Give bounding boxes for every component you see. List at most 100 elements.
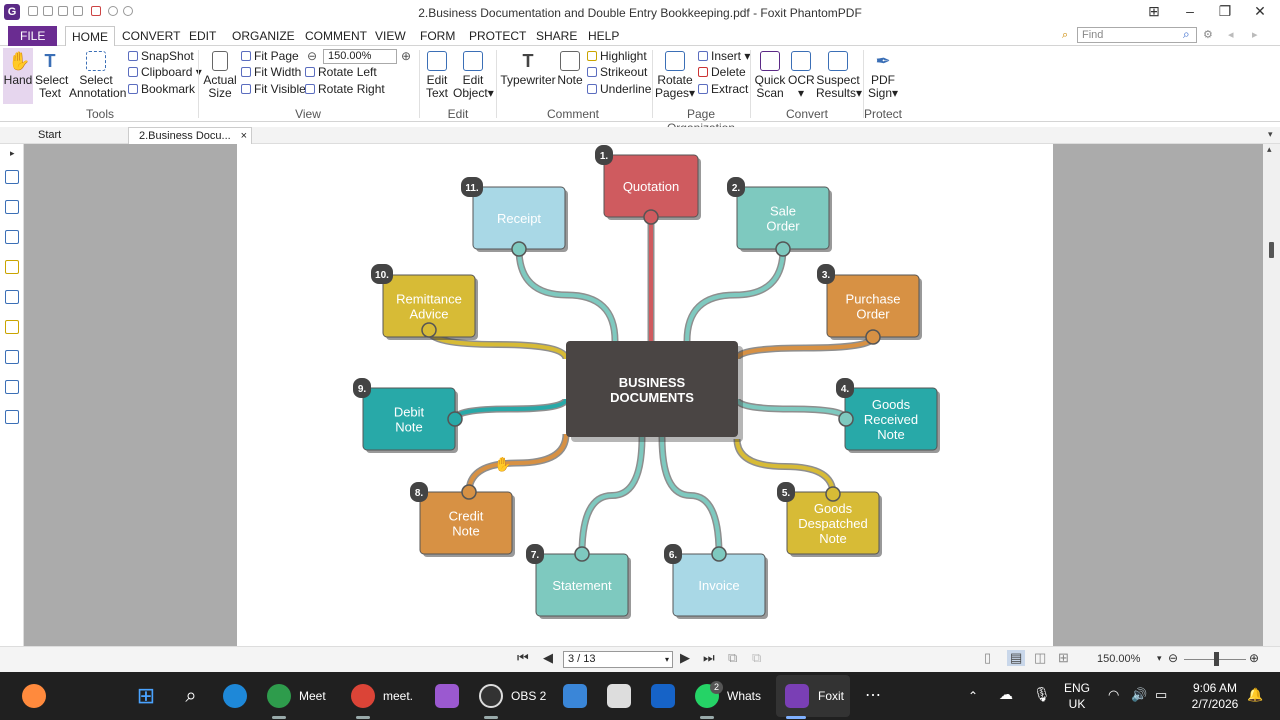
battery-icon[interactable]: ▭ (1155, 687, 1167, 703)
close-tab-icon[interactable]: × (241, 128, 247, 145)
pages-panel-icon[interactable] (5, 200, 19, 214)
wifi-icon[interactable]: ◠ (1108, 687, 1119, 703)
restore-icon[interactable]: ❐ (1215, 3, 1235, 20)
extract-button[interactable]: Extract (698, 82, 748, 96)
tags-panel-icon[interactable] (5, 410, 19, 424)
typewriter-button[interactable]: T Typewriter (500, 51, 556, 87)
meet-app-label[interactable]: Meet (299, 689, 326, 703)
copilot-icon[interactable] (435, 684, 459, 708)
underline-button[interactable]: Underline (587, 82, 651, 96)
snapshot-button[interactable]: SnapShot (128, 49, 194, 63)
chrome-icon[interactable] (351, 684, 375, 708)
document-viewer[interactable]: Quotation 1. Sale Order 2. Purchase Order 3. Goo… (24, 144, 1263, 646)
strikeout-button[interactable]: Strikeout (587, 65, 647, 79)
continuous-page-icon[interactable]: ▤ (1007, 650, 1026, 666)
edit-text-button[interactable]: Edit Text (422, 51, 452, 100)
edit-object-button[interactable]: Edit Object▾ (453, 51, 494, 100)
find-input[interactable]: Find (1077, 27, 1197, 43)
close-icon[interactable]: ✕ (1250, 3, 1270, 20)
zoom-slider-thumb[interactable] (1214, 652, 1219, 666)
rotate-right-button[interactable]: Rotate Right (305, 82, 385, 96)
insert-button[interactable]: Insert ▾ (698, 49, 750, 63)
zoom-in-icon[interactable]: ⊕ (1249, 651, 1259, 665)
tab-protect[interactable]: PROTECT (463, 26, 532, 46)
zoom-out-icon[interactable]: ⊖ (1168, 651, 1178, 665)
notifications-icon[interactable]: 🔔 (1247, 687, 1263, 703)
single-page-icon[interactable]: ▯ (984, 650, 991, 666)
tab-file[interactable]: FILE (8, 26, 58, 46)
comments-panel-icon[interactable] (5, 260, 19, 274)
foxit-icon[interactable] (785, 684, 809, 708)
expand-panel-icon[interactable]: ▸ (10, 148, 15, 159)
tab-list-icon[interactable]: ▾ (1268, 129, 1273, 140)
rotate-pages-button[interactable]: Rotate Pages▾ (655, 51, 695, 100)
layers-panel-icon[interactable] (5, 230, 19, 244)
last-page-icon[interactable]: ⏭ (703, 650, 715, 666)
next-result-icon[interactable]: ▸ (1252, 28, 1258, 41)
select-text-button[interactable]: T Select Text (35, 51, 68, 100)
first-page-icon[interactable]: ⏮ (517, 650, 529, 666)
scrollbar-thumb[interactable] (1269, 242, 1274, 258)
pdf-sign-button[interactable]: ✒ PDF Sign▾ (866, 51, 900, 100)
tab-view[interactable]: VIEW (369, 26, 412, 46)
obs-app-label[interactable]: OBS 2 (511, 689, 546, 703)
clock[interactable]: 9:06 AM 2/7/2026 (1188, 680, 1242, 712)
zoom-select[interactable]: 150.00% (323, 49, 397, 64)
tab-start[interactable]: Start (28, 127, 128, 144)
clipboard-button[interactable]: Clipboard ▾ (128, 65, 202, 79)
weather-icon[interactable] (22, 684, 46, 708)
obs-icon[interactable] (479, 684, 503, 708)
vertical-scrollbar[interactable]: ▴ (1263, 144, 1280, 646)
app-icon[interactable] (563, 684, 587, 708)
continuous-facing-icon[interactable]: ⊞ (1058, 650, 1069, 666)
search-icon[interactable]: ⌕ (1183, 27, 1190, 42)
more-apps-icon[interactable]: ⋯ (865, 685, 881, 705)
rotate-left-button[interactable]: Rotate Left (305, 65, 377, 79)
ocr-button[interactable]: OCR ▾ (788, 51, 815, 100)
note-button[interactable]: Note (557, 51, 583, 87)
fit-width-button[interactable]: Fit Width (241, 65, 301, 79)
chrome-meet-icon[interactable] (267, 684, 291, 708)
tab-share[interactable]: SHARE (530, 26, 583, 46)
language-indicator[interactable]: ENG UK (1062, 680, 1092, 712)
zoom-menu-icon[interactable]: ▾ (1157, 653, 1162, 664)
fit-page-button[interactable]: Fit Page (241, 49, 299, 63)
settings-icon[interactable]: ⚙ (1203, 28, 1213, 41)
tab-organize[interactable]: ORGANIZE (226, 26, 301, 46)
next-page-icon[interactable]: ▶ (680, 650, 690, 666)
edge-icon[interactable] (223, 684, 247, 708)
show-hidden-icons-icon[interactable]: ⌃ (968, 689, 978, 703)
search-icon[interactable]: ⌕ (179, 684, 203, 708)
bookmarks-panel-icon[interactable] (5, 170, 19, 184)
signatures-panel-icon[interactable] (5, 350, 19, 364)
page-dropdown-icon[interactable]: ▾ (665, 652, 669, 667)
whatsapp-app-label[interactable]: Whats (727, 689, 761, 703)
attachments-panel-icon[interactable] (5, 290, 19, 304)
onedrive-icon[interactable]: ☁ (999, 686, 1013, 703)
meet-tab-label[interactable]: meet. (383, 689, 413, 703)
tab-convert[interactable]: CONVERT (116, 26, 186, 46)
zoom-out-icon[interactable]: ⊖ (307, 49, 317, 63)
zoom-in-icon[interactable]: ⊕ (401, 49, 411, 63)
bookmark-button[interactable]: Bookmark (128, 82, 195, 96)
facing-page-icon[interactable]: ◫ (1034, 650, 1046, 666)
prev-result-icon[interactable]: ◂ (1228, 28, 1234, 41)
zoom-level[interactable]: 150.00% (1097, 653, 1140, 665)
select-annotation-button[interactable]: Select Annotation (69, 51, 126, 100)
notepad-icon[interactable] (607, 684, 631, 708)
microphone-icon[interactable]: 🎙 (1033, 686, 1051, 703)
page-number-input[interactable]: 3 / 13 ▾ (563, 651, 673, 668)
hand-tool-button[interactable]: ✋ Hand (3, 48, 33, 104)
tab-document[interactable]: 2.Business Docu... × (128, 127, 252, 144)
tab-edit[interactable]: EDIT (183, 26, 222, 46)
foxit-app-label[interactable]: Foxit (818, 689, 844, 703)
quick-scan-button[interactable]: Quick Scan (754, 51, 786, 100)
tab-comment[interactable]: COMMENT (299, 26, 373, 46)
mail-icon[interactable] (651, 684, 675, 708)
content-panel-icon[interactable] (5, 380, 19, 394)
suspect-results-button[interactable]: Suspect Results▾ (816, 51, 862, 100)
minimize-icon[interactable]: – (1180, 3, 1200, 19)
actual-size-button[interactable]: Actual Size (202, 51, 238, 100)
tab-home[interactable]: HOME (65, 26, 115, 47)
next-view-icon[interactable]: ⧉ (752, 650, 761, 666)
